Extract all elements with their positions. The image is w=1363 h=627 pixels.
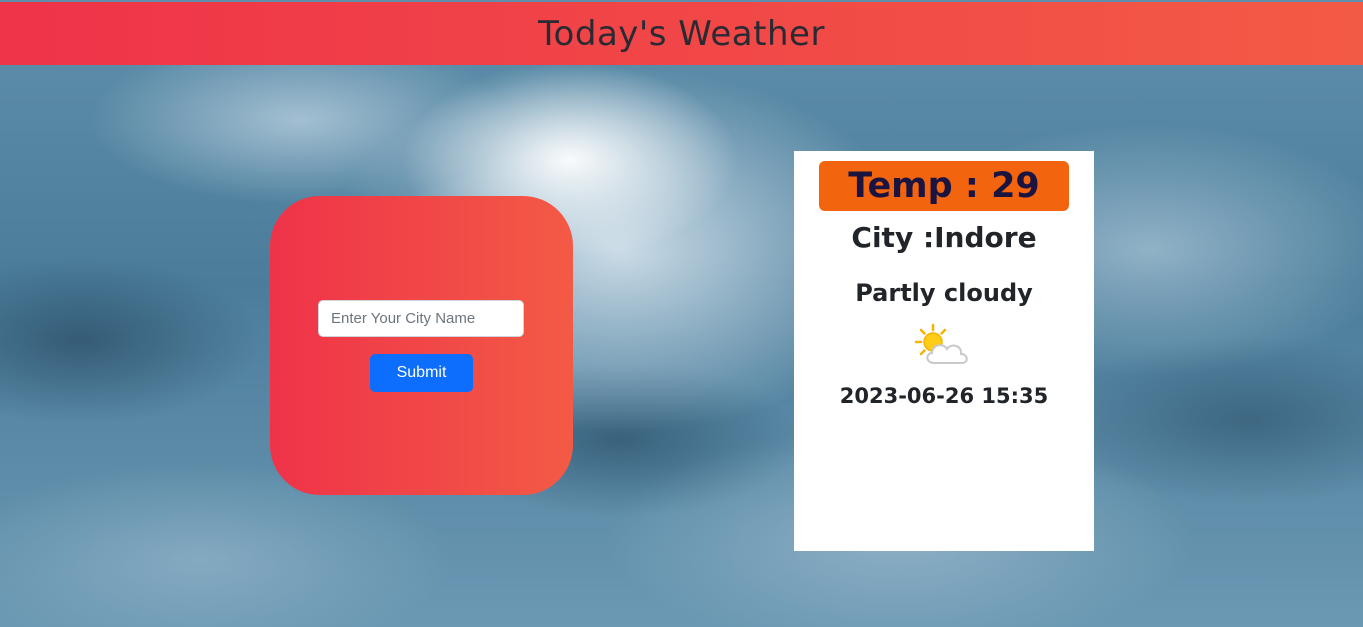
submit-button[interactable]: Submit [370, 354, 473, 392]
weather-result-card: Temp : 29 City :Indore Partly cloudy 202… [794, 151, 1094, 551]
temperature-text: Temp : 29 [848, 166, 1040, 206]
city-name-input[interactable] [318, 300, 524, 337]
page-header: Today's Weather [0, 2, 1363, 65]
page-title: Today's Weather [538, 13, 825, 54]
datetime-text: 2023-06-26 15:35 [839, 384, 1049, 408]
sky-background [0, 0, 1363, 627]
condition-text: Partly cloudy [855, 279, 1033, 307]
partly-cloudy-icon [914, 323, 968, 364]
city-text: City :Indore [851, 221, 1037, 254]
city-search-card: Submit [270, 196, 573, 495]
temperature-badge: Temp : 29 [819, 161, 1069, 211]
